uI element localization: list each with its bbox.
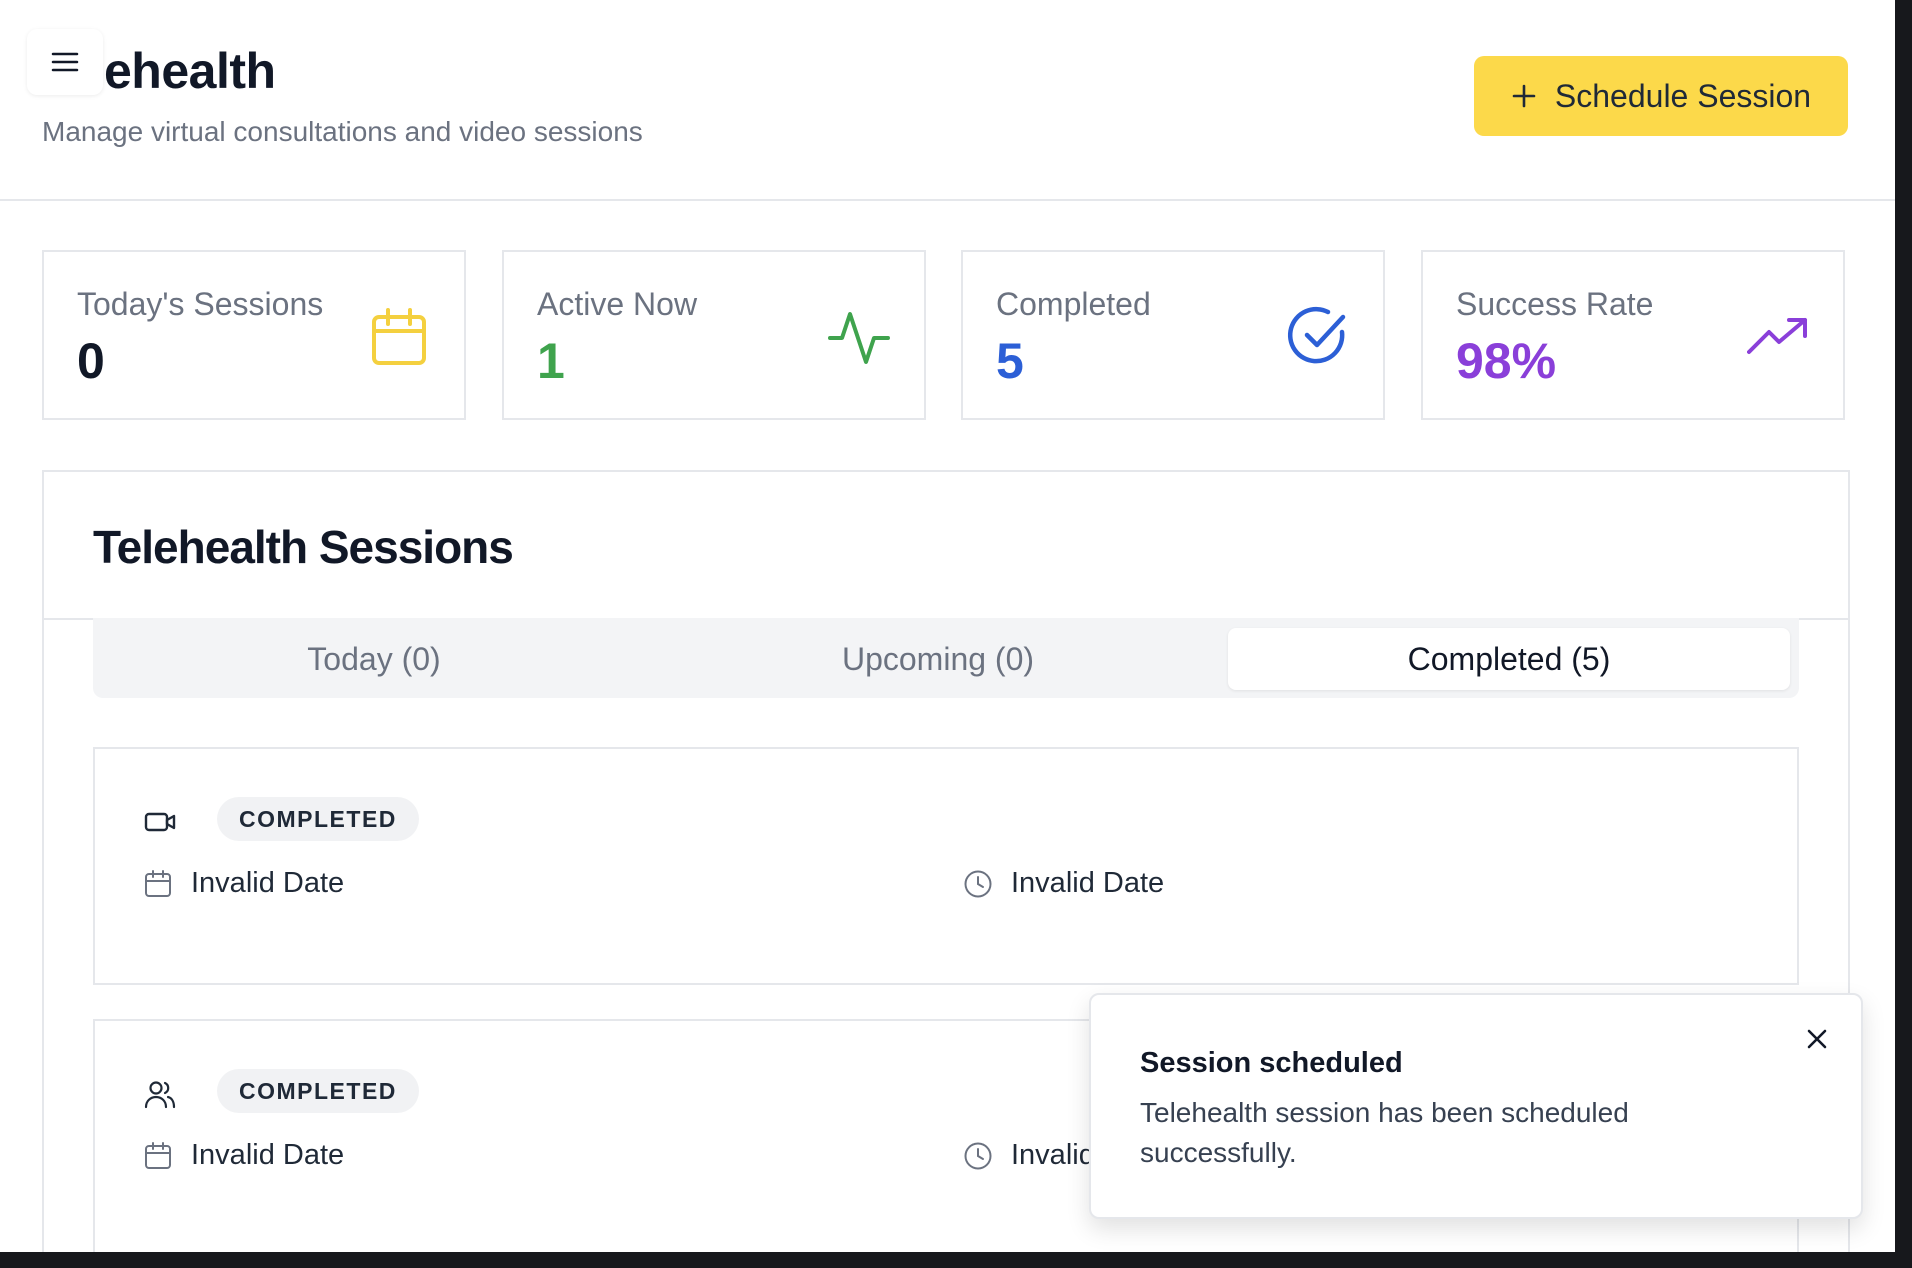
calendar-icon (145, 869, 171, 897)
calendar-icon (145, 1141, 171, 1169)
schedule-session-label: Schedule Session (1554, 77, 1812, 114)
close-icon (1807, 1029, 1827, 1049)
stat-card-active-now: Active Now 1 (502, 250, 926, 420)
sessions-panel-title: Telehealth Sessions (93, 521, 514, 573)
stat-label: Today's Sessions (77, 286, 324, 322)
session-time-text: Invalid (1011, 1139, 1095, 1171)
tab-completed[interactable]: Completed (5) (1228, 628, 1790, 690)
status-badge: COMPLETED (217, 1069, 419, 1113)
toast-notification: Session scheduled Telehealth session has… (1089, 993, 1863, 1219)
session-date-text: Invalid Date (191, 1139, 345, 1171)
session-card[interactable]: COMPLETED Invalid Date Invalid Date (93, 747, 1799, 985)
session-date: Invalid Date (143, 867, 344, 900)
stat-value: 1 (537, 333, 565, 389)
plus-icon (1512, 84, 1536, 108)
trending-up-icon (1747, 318, 1807, 354)
stat-value: 0 (77, 333, 105, 389)
sessions-panel-header: Telehealth Sessions (44, 472, 1848, 620)
session-time-text: Invalid Date (1011, 867, 1165, 899)
stat-value: 5 (996, 333, 1024, 389)
page-subtitle: Manage virtual consultations and video s… (42, 116, 643, 147)
page-title: ehealth (104, 43, 276, 99)
hamburger-icon (51, 52, 79, 72)
schedule-session-button[interactable]: Schedule Session (1474, 56, 1848, 136)
session-tabs: Today (0) Upcoming (0) Completed (5) (93, 618, 1799, 698)
users-icon (144, 1081, 176, 1109)
page-header: ehealth Manage virtual consultations and… (0, 0, 1895, 201)
tab-upcoming[interactable]: Upcoming (0) (657, 628, 1219, 690)
tab-today[interactable]: Today (0) (93, 628, 655, 690)
menu-button[interactable] (27, 29, 103, 95)
toast-close-button[interactable] (1797, 1019, 1837, 1059)
toast-description: Telehealth session has been scheduled su… (1140, 1097, 1629, 1168)
stat-value: 98% (1456, 333, 1557, 389)
stat-card-success-rate: Success Rate 98% (1421, 250, 1845, 420)
app-window: ehealth Manage virtual consultations and… (0, 0, 1895, 1252)
clock-icon (964, 1142, 992, 1169)
status-badge: COMPLETED (217, 797, 419, 841)
session-time: Invalid Date (963, 867, 1164, 900)
stat-card-completed: Completed 5 (961, 250, 1385, 420)
session-date-text: Invalid Date (191, 867, 345, 899)
activity-icon (828, 312, 890, 364)
stat-card-todays-sessions: Today's Sessions 0 (42, 250, 466, 420)
clock-icon (964, 870, 992, 897)
stat-label: Success Rate (1456, 286, 1654, 322)
session-time: Invalid (963, 1139, 1095, 1172)
toast-title: Session scheduled (1140, 1047, 1403, 1079)
session-date: Invalid Date (143, 1139, 344, 1172)
check-circle-icon (1287, 306, 1346, 364)
stat-label: Active Now (537, 286, 698, 322)
calendar-icon (372, 308, 426, 365)
stat-label: Completed (996, 286, 1151, 322)
video-icon (144, 812, 176, 832)
